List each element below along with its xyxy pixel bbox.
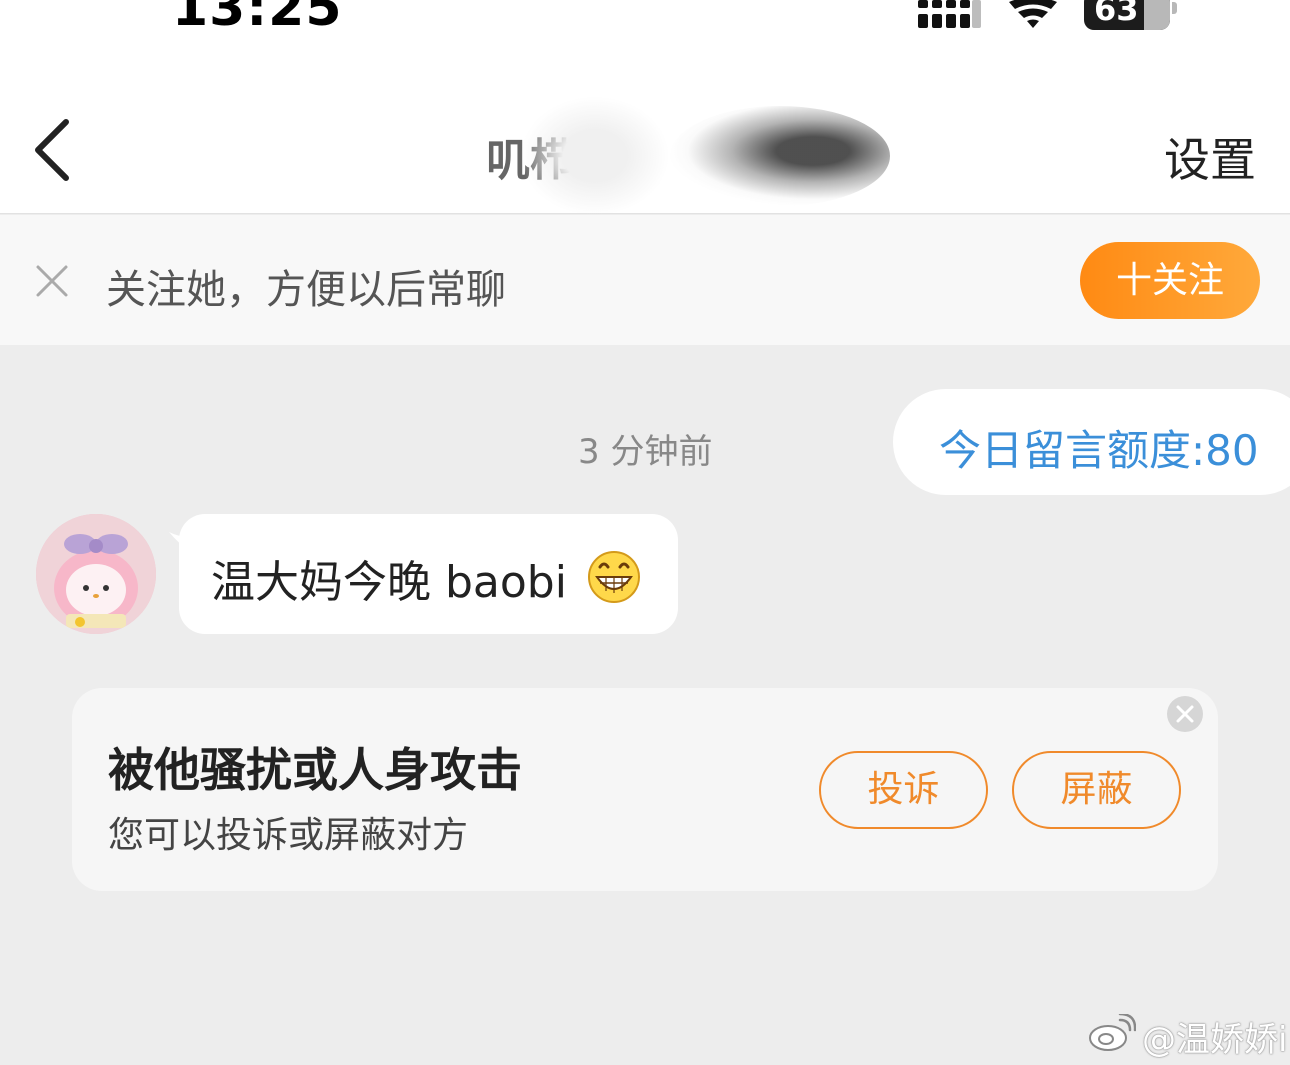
report-card-subtitle: 您可以投诉或屏蔽对方 [108, 815, 469, 856]
battery-level: 63 [1094, 0, 1139, 28]
page-title-area: 叽栉 [480, 96, 900, 216]
settings-button[interactable]: 设置 [1164, 124, 1256, 190]
battery-cap [1172, 2, 1177, 14]
cellular-signal-icon [918, 0, 981, 28]
follow-banner-text: 关注她，方便以后常聊 [106, 267, 506, 313]
close-icon[interactable] [34, 263, 70, 299]
status-time: 13:25 [172, 0, 343, 38]
message-timestamp: 3 分钟前 [578, 432, 713, 472]
weibo-logo-icon [1089, 1014, 1136, 1051]
grin-emoji-icon [588, 551, 640, 603]
avatar-image [36, 514, 156, 634]
message-bubble[interactable]: 温大妈今晚 baobi [179, 514, 678, 634]
status-bar: 13:25 63 [0, 0, 1290, 56]
report-card: 被他骚扰或人身攻击 您可以投诉或屏蔽对方 投诉 屏蔽 [72, 688, 1218, 891]
chat-header: 叽栉 设置 [0, 56, 1290, 216]
title-blur-mask [520, 96, 670, 216]
quota-bubble: 今日留言额度:80 [893, 389, 1290, 495]
wifi-icon [1009, 0, 1057, 28]
watermark-text: @温娇娇i [1142, 1020, 1288, 1060]
message-text: 温大妈今晚 baobi [211, 557, 567, 608]
follow-button[interactable]: 十关注 [1080, 242, 1260, 319]
avatar[interactable] [36, 514, 156, 634]
battery-icon: 63 [1084, 0, 1170, 30]
watermark: @温娇娇i [1088, 1012, 1288, 1060]
title-blur-smudge [670, 106, 890, 206]
report-card-title: 被他骚扰或人身攻击 [108, 743, 522, 797]
close-card-icon[interactable] [1167, 696, 1203, 732]
back-arrow-icon[interactable] [22, 114, 86, 186]
block-button[interactable]: 屏蔽 [1012, 751, 1181, 829]
quota-text: 今日留言额度:80 [939, 426, 1259, 475]
follow-banner: 关注她，方便以后常聊 十关注 [0, 215, 1290, 345]
report-button[interactable]: 投诉 [819, 751, 988, 829]
